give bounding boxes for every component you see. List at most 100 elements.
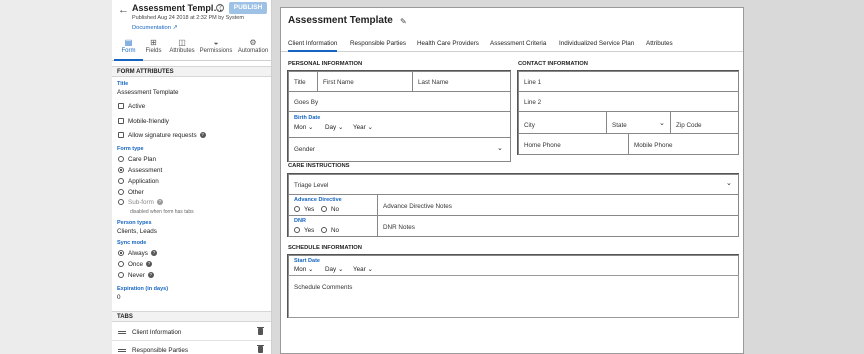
radio[interactable] <box>118 189 124 196</box>
form-type-other[interactable]: Other <box>118 189 144 198</box>
tab-client-information[interactable]: Client Information <box>288 40 338 52</box>
tab-list-item[interactable]: Client Information <box>112 324 271 341</box>
advance-directive-notes-field[interactable]: Advance Directive Notes <box>377 194 739 216</box>
form-type-assessment[interactable]: Assessment <box>118 167 162 176</box>
tool-automation[interactable]: ⚙ Automation <box>235 38 271 54</box>
help-icon[interactable]: ? <box>147 272 154 279</box>
dnr-field[interactable]: DNR Yes No <box>288 215 378 237</box>
care-instructions-group: Triage Level ⌄ Advance Directive Yes No … <box>287 173 739 237</box>
tab-individualized-service-plan[interactable]: Individualized Service Plan <box>559 40 634 50</box>
tool-permissions[interactable]: ◒ Permissions <box>198 38 234 54</box>
documentation-link[interactable]: Documentation ↗ <box>132 25 177 31</box>
radio[interactable] <box>118 272 124 279</box>
birth-date-label: Birth Date <box>294 115 321 121</box>
attributes-icon: ◫ <box>178 38 186 47</box>
radio[interactable] <box>294 206 300 213</box>
tab-assessment-criteria[interactable]: Assessment Criteria <box>490 40 546 50</box>
checkbox[interactable] <box>118 132 124 139</box>
goes-by-field[interactable]: Goes By <box>288 91 511 112</box>
dnr-no[interactable]: No <box>321 227 339 234</box>
back-arrow-icon[interactable]: ← <box>118 4 129 16</box>
signature-checkbox[interactable]: Allow signature requests? <box>118 132 206 141</box>
drag-handle-icon[interactable] <box>118 331 126 334</box>
tab-attributes[interactable]: Attributes <box>646 40 673 50</box>
form-builder-sidebar: ← Assessment Templ… ? PUBLISH Published … <box>112 0 272 354</box>
checkbox[interactable] <box>118 118 124 125</box>
mobile-friendly-checkbox[interactable]: Mobile-friendly <box>118 118 169 127</box>
expiration-label: Expiration (in days) <box>117 286 169 292</box>
sync-never[interactable]: Never? <box>118 272 154 281</box>
help-icon[interactable]: ? <box>156 199 163 206</box>
tool-attributes[interactable]: ◫ Attributes <box>168 38 196 54</box>
permissions-icon: ◒ <box>213 38 219 47</box>
tool-permissions-label: Permissions <box>199 48 233 54</box>
title-field[interactable]: Title <box>288 71 318 92</box>
radio[interactable] <box>321 206 327 213</box>
radio-label: Care Plan <box>128 156 157 163</box>
city-field[interactable]: City <box>518 111 607 134</box>
home-phone-field[interactable]: Home Phone <box>518 133 629 155</box>
chevron-down-icon: ⌄ <box>308 124 314 131</box>
start-month-select[interactable]: Mon ⌄ <box>294 266 313 273</box>
tab-health-care-providers[interactable]: Health Care Providers <box>417 40 479 50</box>
advance-directive-field[interactable]: Advance Directive Yes No <box>288 194 378 216</box>
field-label: Zip Code <box>676 122 702 129</box>
person-types-value[interactable]: Clients, Leads <box>117 228 157 235</box>
year-label: Year <box>353 124 366 131</box>
radio[interactable] <box>321 227 327 234</box>
sync-once[interactable]: Once? <box>118 261 153 270</box>
sync-always[interactable]: Always? <box>118 250 157 259</box>
zip-code-field[interactable]: Zip Code <box>670 111 739 134</box>
radio[interactable] <box>118 261 124 268</box>
state-select[interactable]: State ⌄ <box>606 111 671 134</box>
radio-selected[interactable] <box>118 167 124 174</box>
birth-date-field[interactable]: Birth Date Mon ⌄ Day ⌄ Year ⌄ <box>288 111 511 138</box>
address-line1-field[interactable]: Line 1 <box>518 71 739 92</box>
dnr-notes-field[interactable]: DNR Notes <box>377 215 739 237</box>
tab-name: Client Information <box>132 329 182 336</box>
triage-level-select[interactable]: Triage Level ⌄ <box>288 174 739 195</box>
mobile-phone-field[interactable]: Mobile Phone <box>628 133 739 155</box>
advance-directive-yes[interactable]: Yes <box>294 206 314 213</box>
last-name-field[interactable]: Last Name <box>412 71 511 92</box>
form-type-care-plan[interactable]: Care Plan <box>118 156 156 165</box>
edit-title-icon[interactable]: ✎ <box>400 17 407 26</box>
dnr-yes[interactable]: Yes <box>294 227 314 234</box>
birth-day-select[interactable]: Day ⌄ <box>325 124 343 131</box>
radio[interactable] <box>118 156 124 163</box>
birth-year-select[interactable]: Year ⌄ <box>353 124 373 131</box>
advance-directive-no[interactable]: No <box>321 206 339 213</box>
title-input[interactable]: Assessment Template <box>117 89 178 96</box>
help-icon[interactable]: ? <box>216 4 224 12</box>
start-year-select[interactable]: Year ⌄ <box>353 266 373 273</box>
trash-icon[interactable] <box>257 327 264 335</box>
help-icon[interactable]: ? <box>199 132 206 139</box>
checkbox[interactable] <box>118 103 124 110</box>
radio[interactable] <box>118 178 124 185</box>
gender-select[interactable]: Gender ⌄ <box>288 137 511 162</box>
tab-responsible-parties[interactable]: Responsible Parties <box>350 40 406 50</box>
first-name-field[interactable]: First Name <box>317 71 413 92</box>
address-line2-field[interactable]: Line 2 <box>518 91 739 112</box>
personal-info-group: Title First Name Last Name Goes By Birth… <box>287 70 511 162</box>
drag-handle-icon[interactable] <box>118 349 126 352</box>
birth-month-select[interactable]: Mon ⌄ <box>294 124 313 131</box>
tab-list-item[interactable]: Responsible Parties <box>112 342 271 354</box>
active-checkbox[interactable]: Active <box>118 103 145 112</box>
trash-icon[interactable] <box>257 345 264 353</box>
form-type-subform: Sub-form? <box>118 199 163 208</box>
help-icon[interactable]: ? <box>150 250 157 257</box>
expiration-input[interactable]: 0 <box>117 294 121 301</box>
start-date-field[interactable]: Start Date Mon ⌄ Day ⌄ Year ⌄ <box>288 255 739 276</box>
radio[interactable] <box>294 227 300 234</box>
start-day-select[interactable]: Day ⌄ <box>325 266 343 273</box>
publish-button[interactable]: PUBLISH <box>229 2 267 14</box>
form-type-application[interactable]: Application <box>118 178 159 187</box>
help-icon[interactable]: ? <box>146 261 153 268</box>
schedule-comments-field[interactable]: Schedule Comments <box>288 275 739 318</box>
chevron-down-icon: ⌄ <box>497 145 503 152</box>
sync-mode-label: Sync mode <box>117 240 147 246</box>
sidebar-toolbar: ▤ Form ⊞ Fields ◫ Attributes ◒ Permissio… <box>112 37 271 61</box>
tool-fields[interactable]: ⊞ Fields <box>139 38 168 54</box>
radio-selected[interactable] <box>118 250 124 257</box>
